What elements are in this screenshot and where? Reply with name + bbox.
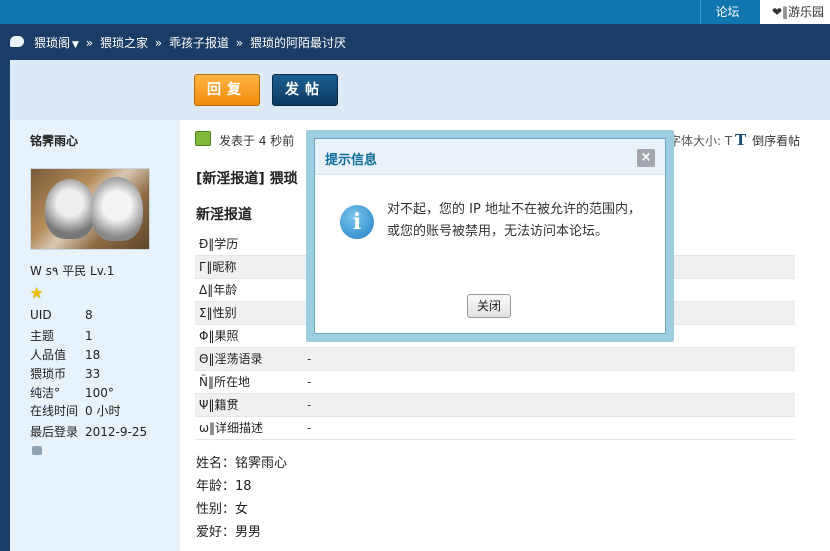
breadcrumb-separator: » [235,36,244,50]
text-size-icon: T [735,131,747,149]
profile-line: 性别：女 [196,502,249,517]
field-label: Φ‖果照 [195,324,303,348]
chevron-down-icon[interactable]: ▼ [70,40,79,50]
table-row: Θ‖淫荡语录 - [195,347,795,371]
stat-key: 主题 [30,329,55,343]
close-icon[interactable]: × [637,149,655,167]
breadcrumb-item-current[interactable]: 猥琐的阿陌最讨厌 [250,36,346,50]
tab-playground[interactable]: ❤‖游乐园 [760,0,830,24]
field-label: Σ‖性别 [195,301,303,325]
star-icon: ★ [30,284,44,302]
breadcrumb: 猥琐阁 ▼ » 猥琐之家 » 乖孩子报道 » 猥琐的阿陌最讨厌 [34,34,346,51]
breadcrumb-item-home[interactable]: 猥琐阁 [34,36,70,50]
dialog-message: 对不起，您的 IP 地址不在被允许的范围内，或您的账号被禁用，无法访问本论坛。 [387,202,641,239]
breadcrumb-bar: 猥琐阁 ▼ » 猥琐之家 » 乖孩子报道 » 猥琐的阿陌最讨厌 [0,24,830,60]
field-label: Г‖昵称 [195,255,303,279]
dialog-header: 提示信息 × [315,139,665,175]
breadcrumb-item[interactable]: 猥琐之家 [100,36,148,50]
modal-overlay-frame: 提示信息 × i 对不起，您的 IP 地址不在被允许的范围内，或您的账号被禁用，… [306,130,674,342]
author-name[interactable]: 铭霁雨心 [30,132,78,149]
stat-value[interactable]: 1 [85,329,93,343]
field-label: Δ‖年龄 [195,278,303,302]
reverse-order-link[interactable]: T 倒序看帖 [735,131,800,149]
font-size-t[interactable]: T [725,134,732,148]
thread-title: [新淫报道] 猥琐 [196,171,298,187]
field-label: Ψ‖籍贯 [195,393,303,417]
table-row: Ψ‖籍贯 - [195,393,795,417]
field-value: - [303,347,795,371]
stat-row: 最后登录 2012-9-25 [30,423,147,440]
stat-key: 纯洁° [30,386,61,400]
stat-key: 在线时间 [30,404,79,418]
avatar-image-part [91,177,143,241]
stat-row: 猥琐币 33 [30,365,100,382]
stat-value: 0 小时 [85,404,121,418]
stat-value: 33 [85,367,101,381]
new-post-button[interactable]: 发帖 [272,74,338,106]
stat-key: 最后登录 [30,425,79,439]
profile-line: 爱好：男男 [196,525,262,540]
table-row: Ñ‖所在地 - [195,370,795,394]
profile-line: 年龄：18 [196,479,252,494]
alert-dialog: 提示信息 × i 对不起，您的 IP 地址不在被允许的范围内，或您的账号被禁用，… [314,138,666,334]
avatar[interactable] [30,168,150,250]
field-label: Ñ‖所在地 [195,370,303,394]
stat-row: 人品值 18 [30,346,100,363]
top-nav-bar: 论坛 ❤‖游乐园 [0,0,830,24]
thread-toolbar: 回复 发帖 [180,60,830,120]
stat-row: 主题 1 [30,327,93,344]
breadcrumb-separator: » [154,36,163,50]
message-icon[interactable] [32,446,42,455]
stat-value[interactable]: 8 [85,308,93,322]
post-body: 姓名：铭霁雨心 年龄：18 性别：女 爱好：男男 [196,452,287,544]
stat-row: UID 8 [30,308,93,322]
breadcrumb-item[interactable]: 乖孩子报道 [169,36,229,50]
table-row: ω‖详细描述 - [195,416,795,440]
stat-key: UID [30,308,52,322]
field-value: - [303,416,795,440]
stat-row: 在线时间 0 小时 [30,402,120,419]
font-size-label: 字体大小: [669,134,722,148]
field-label: Θ‖淫荡语录 [195,347,303,371]
stat-key: 猥琐币 [30,367,67,381]
section-heading: 新淫报道 [196,207,252,223]
stat-value: 100° [85,386,114,400]
online-status-icon [195,131,211,146]
post-time: 发表于 4 秒前 [219,134,295,148]
reverse-order-label: 倒序看帖 [752,134,801,148]
chat-bubble-icon [10,36,24,47]
info-icon: i [340,205,374,239]
user-level: W s٩ 平民 Lv.1 [30,264,115,278]
breadcrumb-separator: » [85,36,94,50]
stat-row: 纯洁° 100° [30,384,114,401]
field-label: ω‖详细描述 [195,416,303,440]
font-size-control[interactable]: 字体大小: T [669,132,732,149]
stat-value: 18 [85,348,101,362]
profile-line: 姓名：铭霁雨心 [196,456,288,471]
sidebar-header [10,60,180,120]
stat-key: 人品值 [30,348,67,362]
field-label: Ð‖学历 [195,232,303,256]
close-button[interactable]: 关闭 [467,294,511,318]
avatar-image-part [45,179,95,239]
dialog-title: 提示信息 [325,153,378,168]
field-value: - [303,393,795,417]
stat-value: 2012-9-25 [85,425,148,439]
reply-button[interactable]: 回复 [194,74,260,106]
field-value: - [303,370,795,394]
tab-forum[interactable]: 论坛 [700,0,754,24]
